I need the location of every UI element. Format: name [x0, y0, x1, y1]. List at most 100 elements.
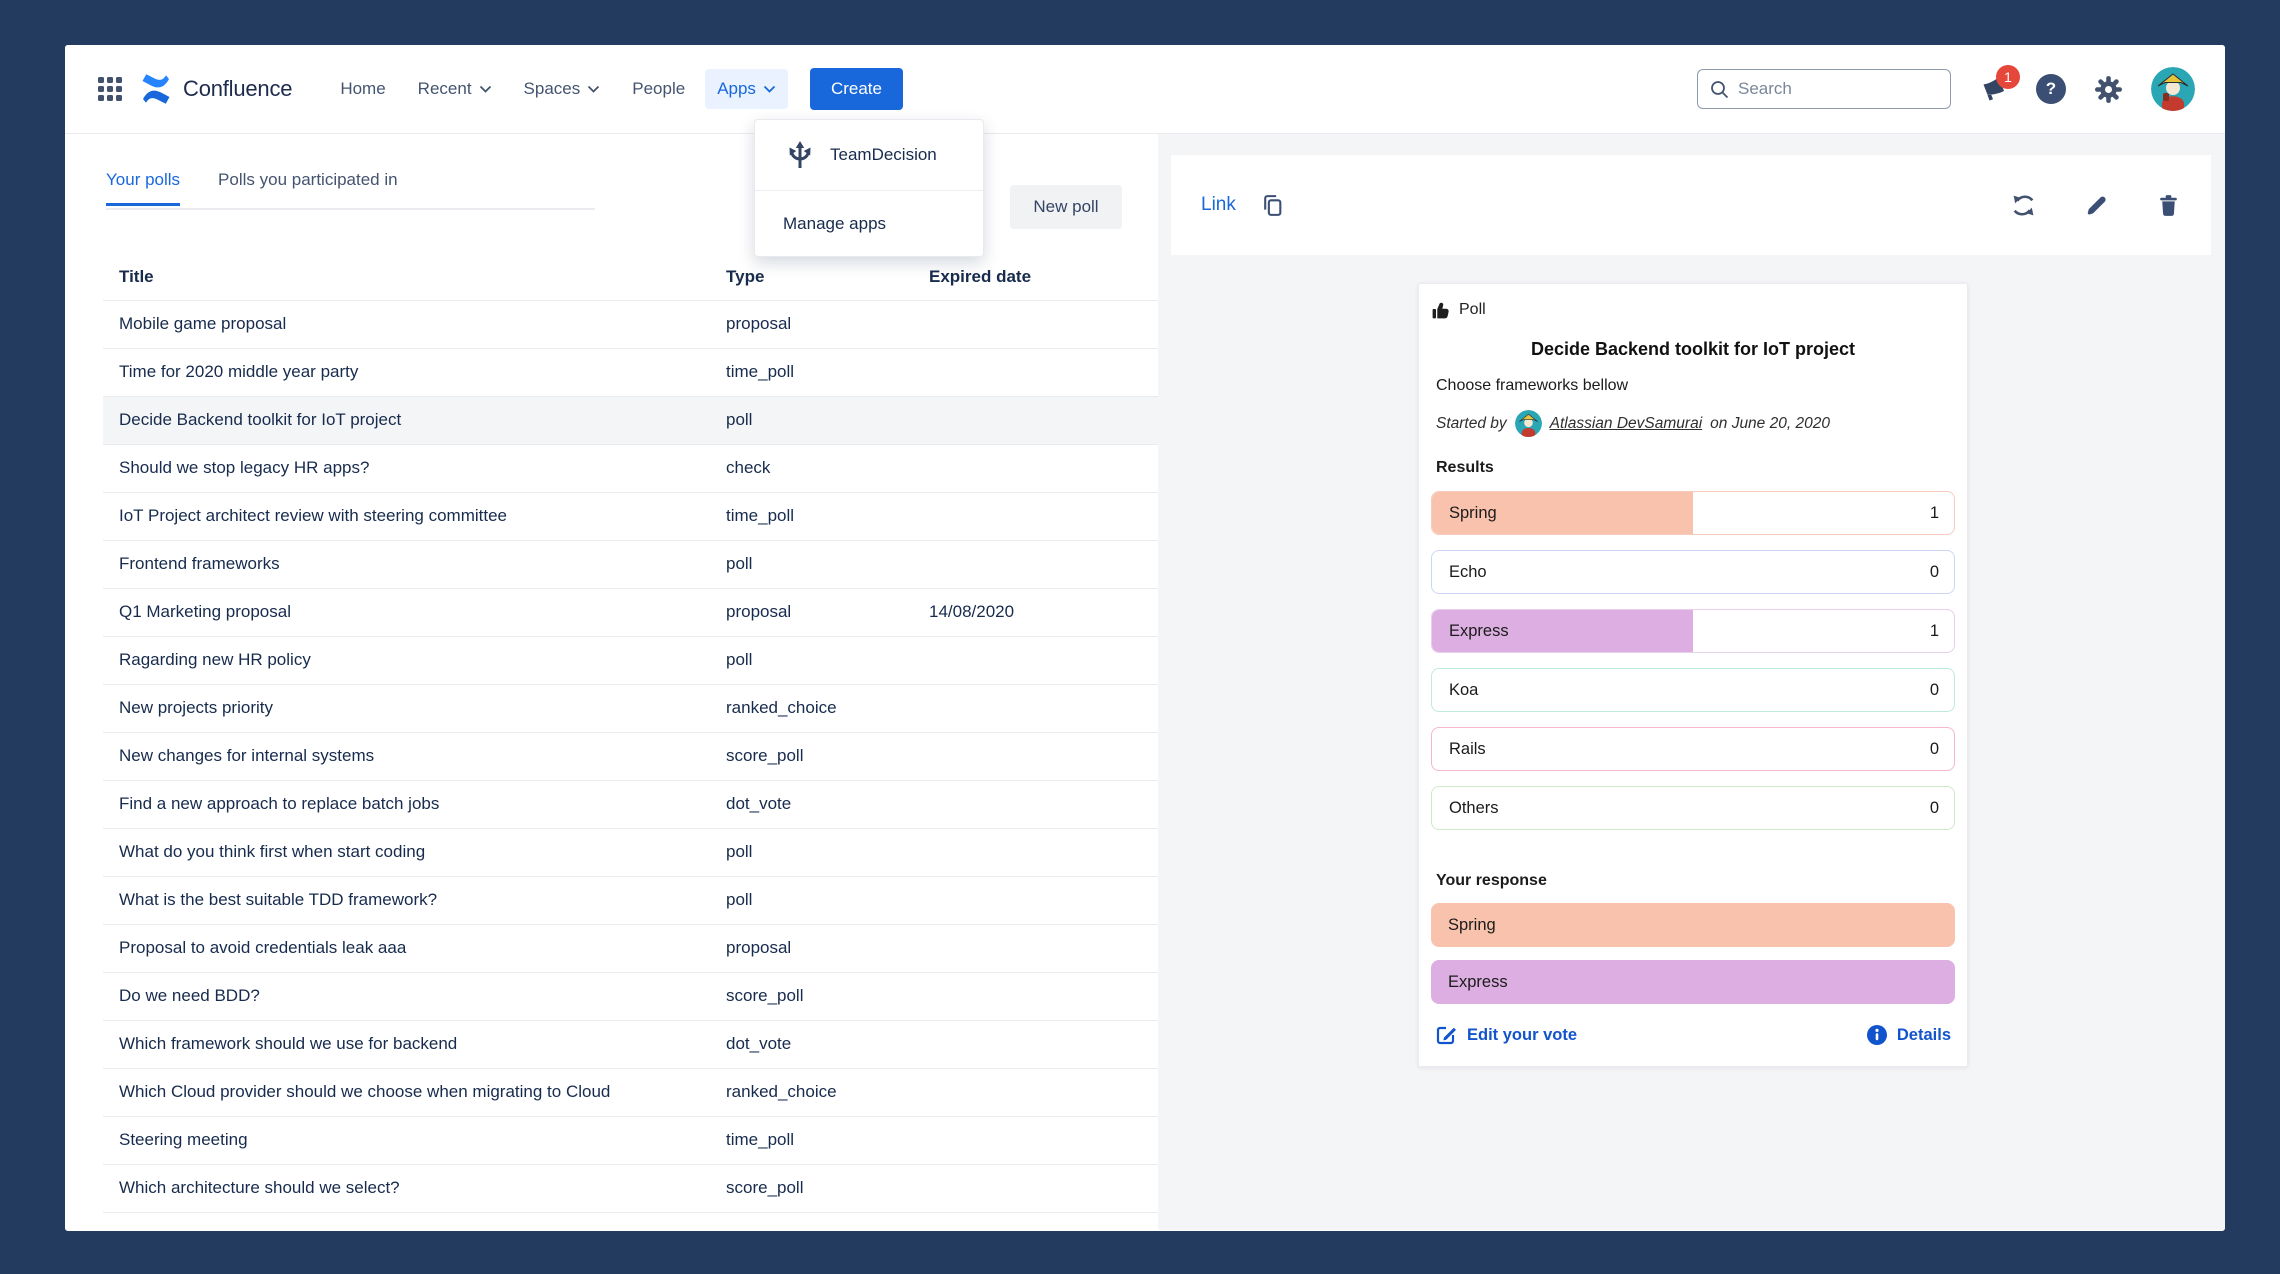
- table-row[interactable]: Decide Backend toolkit for IoT project p…: [103, 397, 1158, 445]
- row-title: Decide Backend toolkit for IoT project: [103, 398, 710, 443]
- table-row[interactable]: IoT Project architect review with steeri…: [103, 493, 1158, 541]
- confluence-logo[interactable]: Confluence: [139, 72, 292, 106]
- create-button[interactable]: Create: [810, 68, 903, 110]
- table-row[interactable]: Which Cloud provider should we choose wh…: [103, 1069, 1158, 1117]
- table-row[interactable]: Do we need BDD? score_poll: [103, 973, 1158, 1021]
- poll-option-count: 1: [1930, 622, 1939, 641]
- nav-item-home[interactable]: Home: [328, 69, 397, 109]
- poll-option-label: Echo: [1449, 563, 1487, 582]
- delete-trash-icon[interactable]: [2156, 193, 2181, 218]
- row-type: score_poll: [710, 986, 929, 1006]
- table-row[interactable]: Ragarding new HR policy poll: [103, 637, 1158, 685]
- row-title: What is the best suitable TDD framework?: [103, 878, 710, 923]
- new-poll-button[interactable]: New poll: [1010, 185, 1122, 229]
- poll-result-bar: Express 1: [1431, 609, 1955, 653]
- app-switcher-icon[interactable]: [95, 74, 125, 104]
- poll-card: Poll Decide Backend toolkit for IoT proj…: [1418, 283, 1968, 1067]
- poll-author-link[interactable]: Atlassian DevSamurai: [1550, 415, 1702, 433]
- tab-your-polls[interactable]: Your polls: [106, 170, 180, 206]
- row-title: Which architecture should we select?: [103, 1166, 710, 1211]
- row-type: poll: [710, 842, 929, 862]
- poll-started-date: on June 20, 2020: [1710, 415, 1830, 433]
- table-row[interactable]: Time for 2020 middle year party time_pol…: [103, 349, 1158, 397]
- response-label: Spring: [1448, 916, 1496, 935]
- table-row[interactable]: What do you think first when start codin…: [103, 829, 1158, 877]
- poll-option-count: 0: [1930, 563, 1939, 582]
- poll-result-bar: Spring 1: [1431, 491, 1955, 535]
- polls-table-header: Title Type Expired date: [103, 255, 1158, 301]
- apps-menu-item-label: Manage apps: [783, 214, 886, 234]
- thumbs-up-icon: [1431, 300, 1451, 320]
- poll-option-count: 0: [1930, 681, 1939, 700]
- table-row[interactable]: Mobile game proposal proposal: [103, 301, 1158, 349]
- search-box[interactable]: [1697, 69, 1951, 109]
- poll-option-count: 0: [1930, 740, 1939, 759]
- top-navbar: Confluence Home Recent Spaces People App…: [65, 45, 2225, 134]
- row-type: ranked_choice: [710, 1082, 929, 1102]
- search-input[interactable]: [1738, 79, 1938, 99]
- copy-link-icon[interactable]: [1260, 193, 1285, 218]
- row-title: Frontend frameworks: [103, 542, 710, 587]
- polls-table-body: Mobile game proposal proposal Time for 2…: [103, 301, 1158, 1213]
- row-title: Which Cloud provider should we choose wh…: [103, 1070, 710, 1115]
- refresh-icon[interactable]: [2010, 192, 2037, 219]
- row-type: ranked_choice: [710, 698, 929, 718]
- edit-your-vote-button[interactable]: Edit your vote: [1435, 1024, 1577, 1046]
- apps-menu-item-label: TeamDecision: [830, 145, 937, 165]
- table-row[interactable]: Frontend frameworks poll: [103, 541, 1158, 589]
- table-row[interactable]: New projects priority ranked_choice: [103, 685, 1158, 733]
- column-header-type: Type: [710, 267, 929, 287]
- poll-results-list: Spring 1 Echo 0 Express 1 Koa 0 Rails 0: [1431, 491, 1955, 830]
- help-button[interactable]: ?: [2036, 74, 2066, 104]
- nav-item-recent[interactable]: Recent: [406, 69, 504, 109]
- details-button[interactable]: Details: [1867, 1025, 1951, 1045]
- row-title: Should we stop legacy HR apps?: [103, 446, 710, 491]
- row-title: What do you think first when start codin…: [103, 830, 710, 875]
- row-title: Which framework should we use for backen…: [103, 1022, 710, 1067]
- poll-option-label: Express: [1449, 622, 1509, 641]
- nav-item-people[interactable]: People: [620, 69, 697, 109]
- table-row[interactable]: Which architecture should we select? sco…: [103, 1165, 1158, 1213]
- nav-item-spaces[interactable]: Spaces: [512, 69, 613, 109]
- nav-item-apps[interactable]: Apps: [705, 69, 788, 109]
- link-button[interactable]: Link: [1201, 194, 1236, 216]
- poll-result-bar: Rails 0: [1431, 727, 1955, 771]
- table-row[interactable]: Find a new approach to replace batch job…: [103, 781, 1158, 829]
- row-title: New projects priority: [103, 686, 710, 731]
- table-row[interactable]: New changes for internal systems score_p…: [103, 733, 1158, 781]
- column-header-title: Title: [103, 255, 710, 300]
- content-area: Your polls Polls you participated in New…: [65, 134, 2225, 1230]
- tabs-baseline: [106, 208, 595, 210]
- row-type: poll: [710, 650, 929, 670]
- table-row[interactable]: Which framework should we use for backen…: [103, 1021, 1158, 1069]
- table-row[interactable]: Should we stop legacy HR apps? check: [103, 445, 1158, 493]
- table-row[interactable]: Q1 Marketing proposal proposal 14/08/202…: [103, 589, 1158, 637]
- row-title: Ragarding new HR policy: [103, 638, 710, 683]
- edit-your-vote-label: Edit your vote: [1467, 1026, 1577, 1045]
- table-row[interactable]: What is the best suitable TDD framework?…: [103, 877, 1158, 925]
- response-label: Express: [1448, 973, 1508, 992]
- response-pill: Express: [1431, 960, 1955, 1004]
- teamdecision-icon: [783, 138, 817, 172]
- row-type: time_poll: [710, 1130, 929, 1150]
- row-title: Q1 Marketing proposal: [103, 590, 710, 635]
- row-expired-date: 14/08/2020: [929, 602, 1158, 622]
- confluence-window: Confluence Home Recent Spaces People App…: [65, 45, 2225, 1231]
- apps-menu-item-teamdecision[interactable]: TeamDecision: [755, 120, 983, 190]
- info-icon: [1867, 1025, 1887, 1045]
- tab-polls-participated[interactable]: Polls you participated in: [218, 170, 398, 206]
- notifications-button[interactable]: 1: [1978, 74, 2009, 105]
- apps-menu-item-manage-apps[interactable]: Manage apps: [755, 190, 983, 256]
- settings-gear-icon[interactable]: [2093, 74, 2124, 105]
- your-response-label: Your response: [1431, 872, 1955, 890]
- table-row[interactable]: Steering meeting time_poll: [103, 1117, 1158, 1165]
- row-type: score_poll: [710, 746, 929, 766]
- table-row[interactable]: Proposal to avoid credentials leak aaa p…: [103, 925, 1158, 973]
- poll-result-bar: Echo 0: [1431, 550, 1955, 594]
- poll-description: Choose frameworks bellow: [1431, 377, 1955, 395]
- edit-pencil-icon[interactable]: [2084, 193, 2109, 218]
- user-avatar[interactable]: [2151, 67, 2195, 111]
- row-title: IoT Project architect review with steeri…: [103, 494, 710, 539]
- poll-option-label: Spring: [1449, 504, 1497, 523]
- notification-badge: 1: [1996, 65, 2020, 89]
